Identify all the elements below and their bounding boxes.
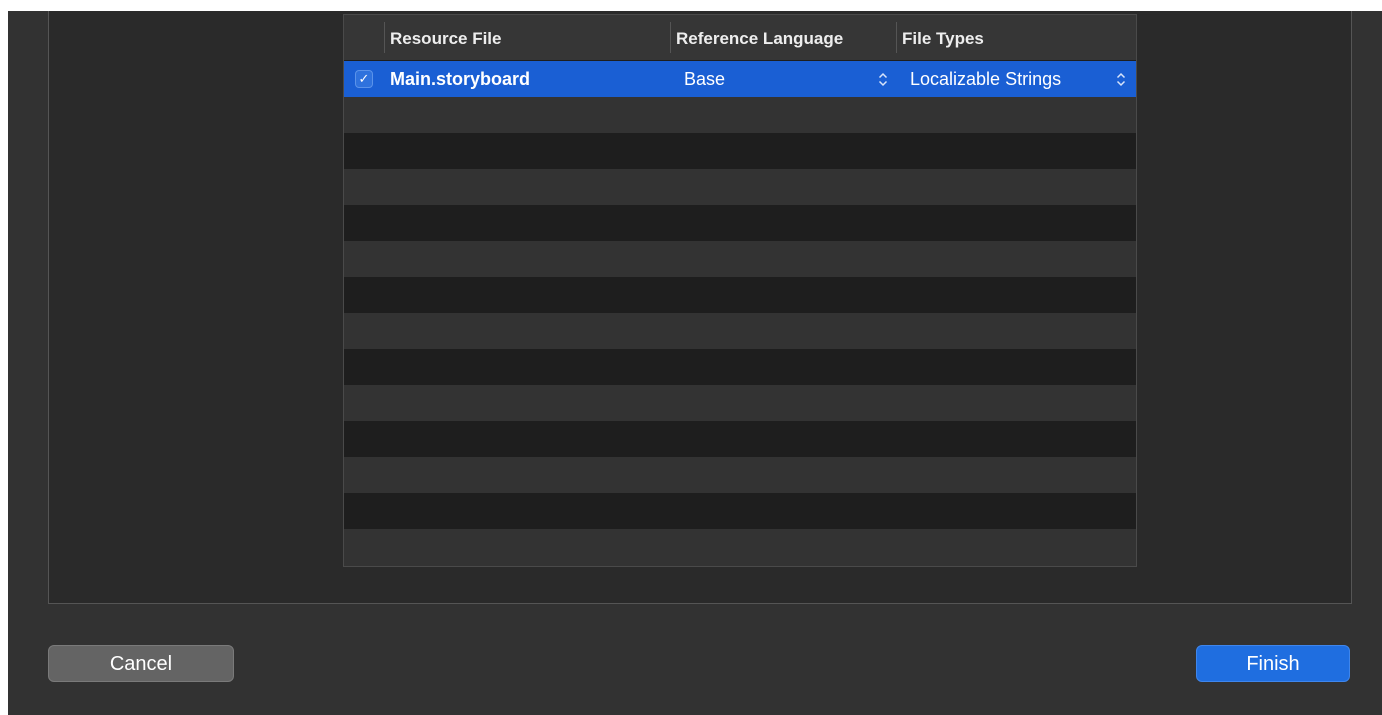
empty-row [344,205,1136,241]
empty-row [344,277,1136,313]
finish-button[interactable]: Finish [1196,645,1350,682]
reference-language-value: Base [684,69,726,89]
empty-row [344,421,1136,457]
row-checkbox-cell: ✓ [352,61,376,97]
empty-row [344,313,1136,349]
table-row[interactable]: ✓ Main.storyboard Base Localizable Strin… [344,61,1136,97]
table-rows: ✓ Main.storyboard Base Localizable Strin… [344,61,1136,565]
dialog-sheet: Resource File Reference Language File Ty… [8,11,1382,715]
up-down-chevron-icon [878,72,888,87]
up-down-chevron-icon [1116,72,1126,87]
resource-file-name: Main.storyboard [390,69,531,89]
empty-row [344,241,1136,277]
cancel-button[interactable]: Cancel [48,645,234,682]
file-types-value: Localizable Strings [910,69,1062,89]
column-header-checkbox[interactable] [344,15,384,60]
empty-row [344,169,1136,205]
include-checkbox[interactable]: ✓ [355,70,373,88]
content-panel: Resource File Reference Language File Ty… [48,11,1352,604]
empty-row [344,457,1136,493]
file-types-popup[interactable]: Localizable Strings [910,61,1132,97]
empty-row [344,97,1136,133]
empty-row [344,493,1136,529]
reference-language-popup[interactable]: Base [684,61,894,97]
resource-table: Resource File Reference Language File Ty… [343,14,1137,567]
checkmark-icon: ✓ [358,71,370,86]
column-header-reference-language[interactable]: Reference Language [670,15,896,60]
column-header-resource-file[interactable]: Resource File [384,15,670,60]
empty-row [344,349,1136,385]
empty-row [344,133,1136,169]
table-header: Resource File Reference Language File Ty… [344,15,1136,61]
column-header-file-types[interactable]: File Types [896,15,1136,60]
empty-row [344,529,1136,565]
empty-row [344,385,1136,421]
